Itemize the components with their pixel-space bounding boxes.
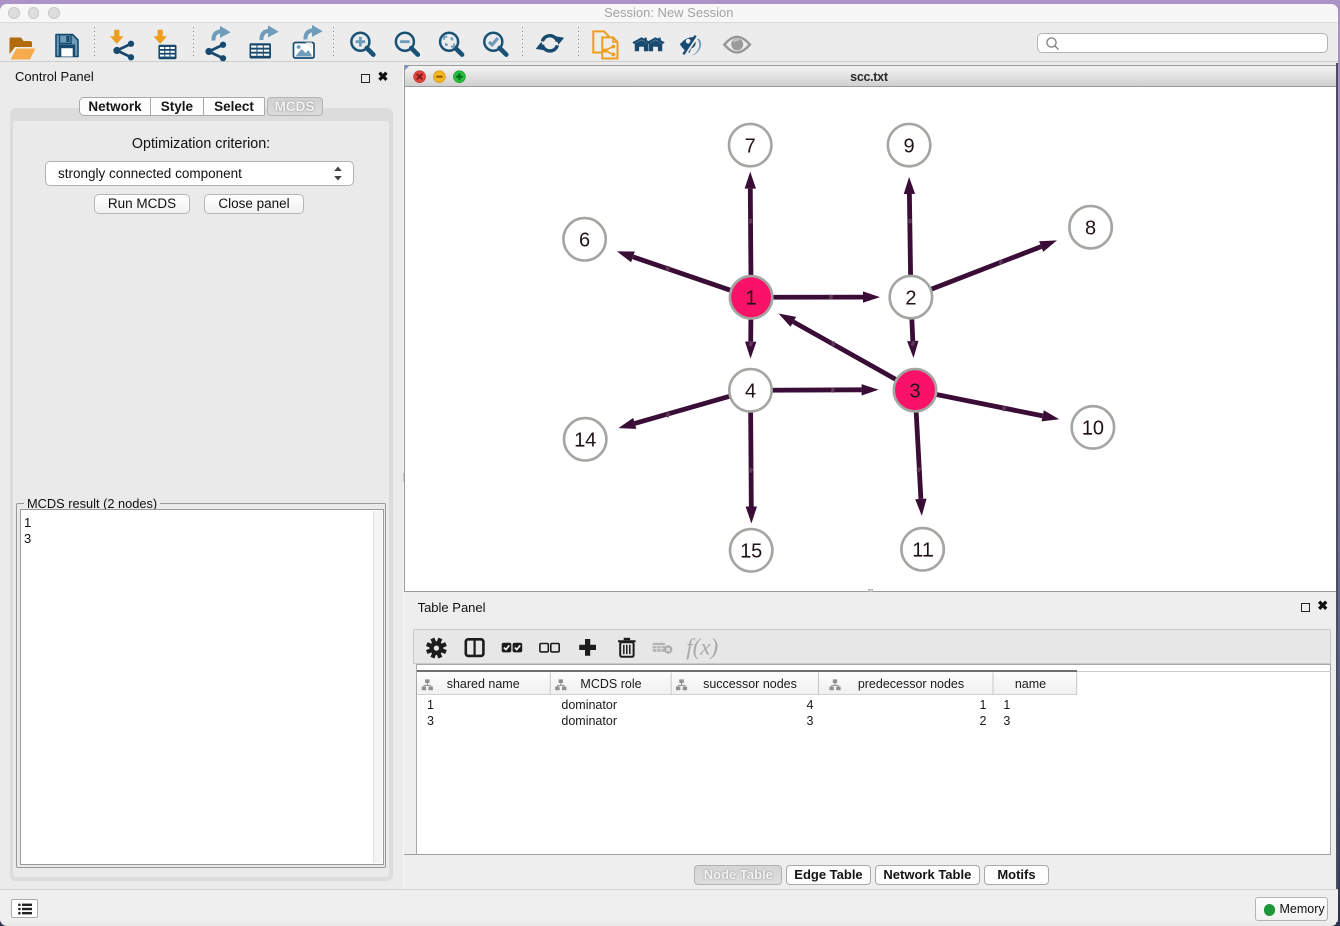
svg-text:14: 14 (574, 430, 596, 452)
svg-text:10: 10 (1081, 418, 1103, 440)
svg-text:15: 15 (740, 541, 762, 563)
svg-text:2: 2 (905, 287, 916, 309)
svg-text:3: 3 (909, 380, 920, 402)
svg-text:4: 4 (744, 381, 755, 403)
svg-text:1: 1 (745, 288, 756, 310)
svg-text:7: 7 (744, 135, 755, 157)
svg-text:f(x): f(x) (686, 634, 718, 659)
svg-text:8: 8 (1085, 217, 1096, 239)
svg-text:9: 9 (903, 135, 914, 157)
svg-text:11: 11 (912, 540, 933, 562)
svg-text:6: 6 (579, 230, 590, 252)
